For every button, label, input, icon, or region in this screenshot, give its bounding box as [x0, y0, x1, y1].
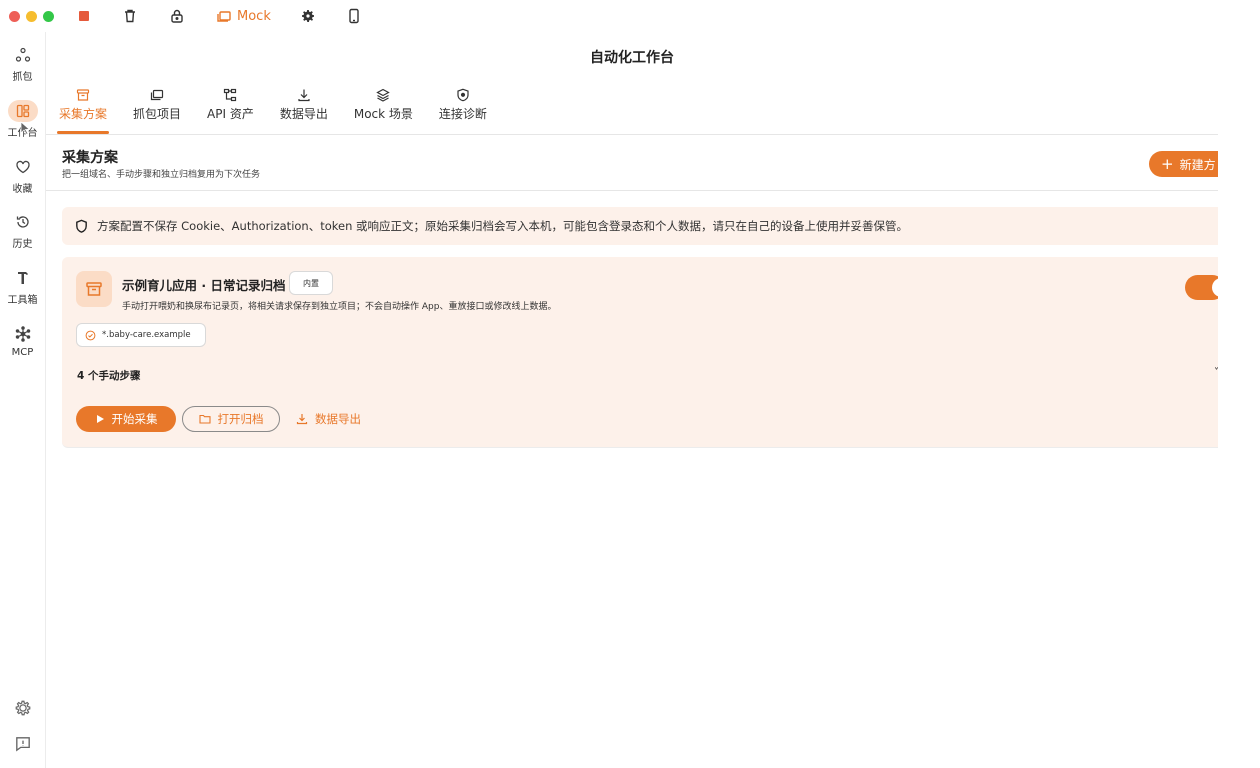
new-plan-label: 新建方 [1179, 157, 1216, 172]
tab-label: 连接诊断 [438, 107, 487, 121]
open-archive-label: 打开归档 [217, 412, 264, 426]
sidebar-item-capture[interactable]: 抓包 [0, 44, 45, 90]
sidebar-item-label: 工具箱 [7, 295, 38, 306]
plan-title: 示例育儿应用 · 日常记录归档 [122, 278, 286, 293]
shield-check-icon [457, 88, 469, 102]
history-icon [16, 216, 29, 228]
tab-capture-projects[interactable]: 抓包项目 [131, 88, 183, 134]
export-data-button[interactable]: 数据导出 [296, 406, 361, 432]
export-data-label: 数据导出 [315, 412, 361, 426]
folder-icon [198, 414, 211, 424]
tab-label: 数据导出 [279, 107, 328, 121]
heart-icon [15, 160, 30, 174]
hammer-icon [17, 272, 28, 284]
ssl-lock-button[interactable] [169, 6, 185, 26]
open-archive-button[interactable]: 打开归档 [182, 406, 280, 432]
manual-steps-summary[interactable]: 4 个手动步骤 [77, 368, 140, 383]
layers-icon [376, 88, 391, 102]
dashboard-icon [16, 104, 29, 118]
section-divider [46, 190, 1218, 191]
sidebar: 抓包 工作台 收藏 历史 工具箱 MCP [0, 32, 46, 768]
domain-text: *.baby-care.example [102, 330, 191, 340]
stop-square-icon [79, 11, 89, 21]
window-zoom-button[interactable] [43, 11, 54, 22]
tab-label: Mock 场景 [353, 107, 413, 121]
sidebar-item-label: MCP [11, 347, 34, 358]
tab-divider [46, 134, 1218, 135]
archive-icon [86, 282, 102, 296]
sidebar-item-label: 收藏 [12, 184, 33, 195]
mock-toolbar-label: Mock [237, 8, 271, 24]
window-edge [1218, 0, 1260, 768]
clear-button[interactable] [122, 6, 138, 26]
trash-icon [125, 9, 135, 23]
settings-icon[interactable] [14, 699, 32, 717]
sidebar-item-favorites[interactable]: 收藏 [0, 156, 45, 202]
tab-connection-diagnosis[interactable]: 连接诊断 [437, 88, 489, 134]
domain-chip: *.baby-care.example [76, 323, 206, 347]
tab-mock-scenes[interactable]: Mock 场景 [352, 88, 415, 134]
folders-icon [150, 89, 164, 101]
check-circle-icon [85, 330, 96, 340]
notice-text: 方案配置不保存 Cookie、Authorization、token 或响应正文… [97, 219, 909, 233]
sidebar-item-history[interactable]: 历史 [0, 211, 45, 257]
archive-icon [76, 89, 90, 101]
plus-icon: + [1161, 154, 1174, 173]
tab-label: API 资产 [207, 107, 254, 121]
tab-collection-plans[interactable]: 采集方案 [57, 88, 110, 134]
play-icon [96, 415, 104, 423]
page-title: 自动化工作台 [590, 50, 674, 66]
tab-api-assets[interactable]: API 资产 [205, 88, 256, 134]
section-title: 采集方案 [62, 150, 118, 166]
section-subtitle: 把一组域名、手动步骤和独立归档复用为下次任务 [62, 170, 261, 180]
tab-label: 采集方案 [59, 107, 108, 121]
titlebar: Mock [0, 0, 1218, 32]
download-icon [296, 414, 308, 425]
sidebar-item-label: 抓包 [12, 72, 33, 83]
start-capture-button[interactable]: 开始采集 [76, 406, 176, 432]
start-capture-label: 开始采集 [111, 412, 158, 426]
gear-icon [302, 10, 314, 22]
sidebar-item-label: 历史 [12, 239, 33, 250]
lock-icon [171, 9, 183, 23]
sidebar-item-mcp[interactable]: MCP [0, 323, 45, 369]
device-toolbar-button[interactable] [346, 6, 362, 26]
download-icon [298, 89, 310, 102]
tree-icon [224, 88, 237, 102]
settings-toolbar-button[interactable] [300, 6, 316, 26]
share-nodes-icon [15, 47, 30, 62]
builtin-badge: 内置 [289, 271, 333, 295]
mock-toolbar-button[interactable]: Mock [216, 6, 271, 26]
privacy-notice: 方案配置不保存 Cookie、Authorization、token 或响应正文… [62, 207, 1218, 245]
window-close-button[interactable] [9, 11, 20, 22]
plan-icon-wrap [76, 271, 112, 307]
network-hub-icon [15, 326, 30, 342]
plan-description: 手动打开喂奶和换尿布记录页，将相关请求保存到独立项目；不会自动操作 App、重放… [122, 302, 557, 312]
window-minimize-button[interactable] [26, 11, 37, 22]
plan-card: 示例育儿应用 · 日常记录归档 内置 手动打开喂奶和换尿布记录页，将相关请求保存… [62, 257, 1225, 448]
stop-record-button[interactable] [76, 6, 92, 26]
folders-icon [217, 11, 231, 22]
phone-icon [349, 8, 359, 24]
tab-label: 抓包项目 [133, 107, 182, 121]
mouse-cursor-icon [20, 121, 30, 135]
feedback-icon[interactable] [14, 735, 32, 753]
tab-data-export[interactable]: 数据导出 [278, 88, 330, 134]
sidebar-item-toolbox[interactable]: 工具箱 [0, 267, 45, 313]
shield-icon [76, 219, 87, 233]
tab-bar: 采集方案 抓包项目 API 资产 数据导出 Mock 场景 连接诊断 [57, 88, 511, 134]
